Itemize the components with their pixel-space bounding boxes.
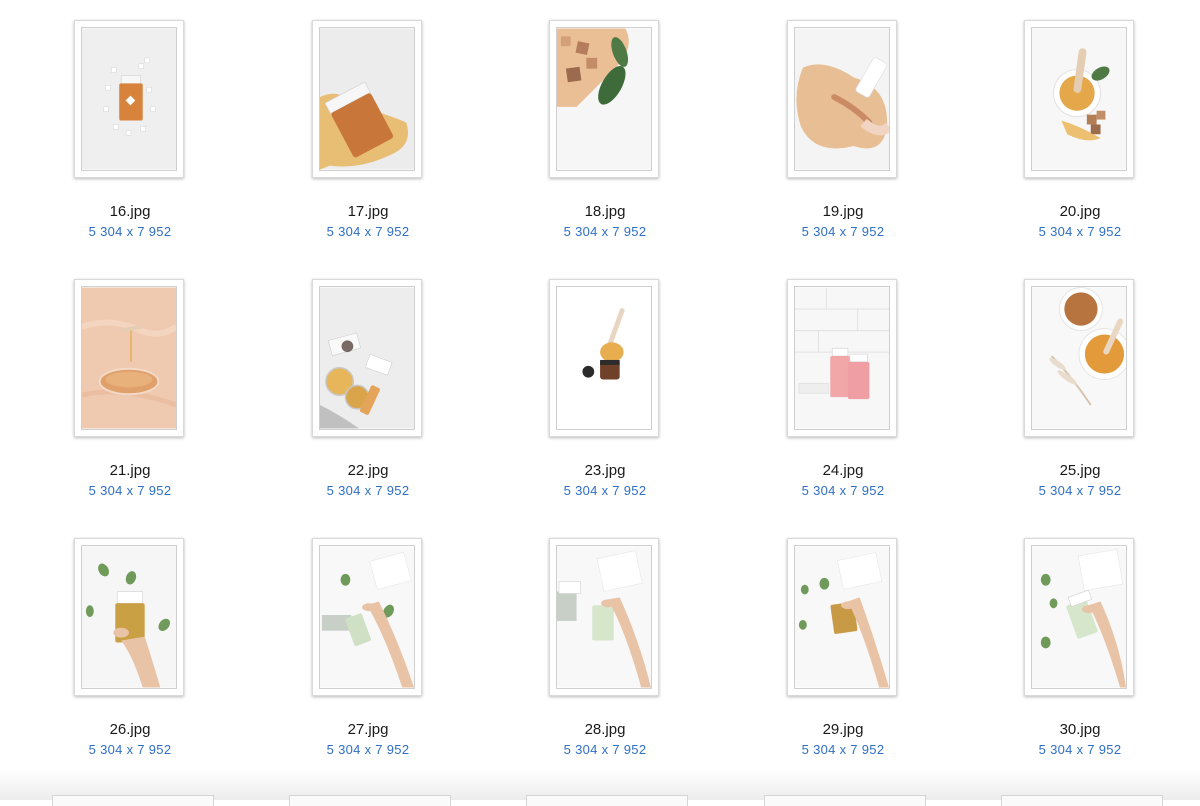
file-thumbnail[interactable] <box>787 538 897 696</box>
file-dimensions: 5 304 x 7 952 <box>326 224 410 239</box>
file-dimensions: 5 304 x 7 952 <box>1038 224 1122 239</box>
file-name: 17.jpg <box>347 203 389 220</box>
file-item-16[interactable]: 16.jpg 5 304 x 7 952 <box>40 0 220 250</box>
file-item-25[interactable]: 25.jpg 5 304 x 7 952 <box>990 259 1170 509</box>
file-thumbnail[interactable] <box>74 279 184 437</box>
pink-wax-cartridges-icon <box>794 286 890 430</box>
wax-cartridge-honey-spill-icon <box>319 27 415 171</box>
file-item-21[interactable]: 21.jpg 5 304 x 7 952 <box>40 259 220 509</box>
file-thumbnail[interactable] <box>1024 20 1134 178</box>
file-name: 29.jpg <box>822 721 864 738</box>
file-name: 27.jpg <box>347 721 389 738</box>
file-thumbnail[interactable] <box>1024 279 1134 437</box>
next-row-thumbnail <box>52 795 214 806</box>
file-dimensions: 5 304 x 7 952 <box>326 483 410 498</box>
file-name: 28.jpg <box>584 721 626 738</box>
wax-petri-dish-icon <box>81 286 177 430</box>
next-row-thumbnail <box>1001 795 1163 806</box>
file-dimensions: 5 304 x 7 952 <box>563 224 647 239</box>
file-item-27[interactable]: 27.jpg 5 304 x 7 952 <box>278 518 458 768</box>
file-thumbnail[interactable] <box>549 538 659 696</box>
file-name: 18.jpg <box>584 203 626 220</box>
file-dimensions: 5 304 x 7 952 <box>88 483 172 498</box>
file-item-17[interactable]: 17.jpg 5 304 x 7 952 <box>278 0 458 250</box>
hand-green-cartridge-icon <box>556 545 652 689</box>
file-dimensions: 5 304 x 7 952 <box>563 483 647 498</box>
hand-green-cartridge-icon <box>319 545 415 689</box>
amber-jar-spatula-icon <box>556 286 652 430</box>
file-dimensions: 5 304 x 7 952 <box>326 742 410 757</box>
hand-gold-cartridge-icon <box>794 545 890 689</box>
file-dimensions: 5 304 x 7 952 <box>88 742 172 757</box>
hand-gold-cartridge-icon <box>81 545 177 689</box>
next-row-thumbnail <box>289 795 451 806</box>
file-item-19[interactable]: 19.jpg 5 304 x 7 952 <box>753 0 933 250</box>
file-name: 16.jpg <box>109 203 151 220</box>
file-thumbnail[interactable] <box>787 20 897 178</box>
file-name: 30.jpg <box>1059 721 1101 738</box>
file-name: 25.jpg <box>1059 462 1101 479</box>
next-row-thumbnail <box>764 795 926 806</box>
file-item-18[interactable]: 18.jpg 5 304 x 7 952 <box>515 0 695 250</box>
file-thumbnail[interactable] <box>787 279 897 437</box>
file-name: 19.jpg <box>822 203 864 220</box>
file-dimensions: 5 304 x 7 952 <box>563 742 647 757</box>
file-thumbnail[interactable] <box>549 279 659 437</box>
file-thumbnail[interactable] <box>312 538 422 696</box>
file-grid: 16.jpg 5 304 x 7 952 17.jpg 5 304 x 7 95… <box>0 0 1200 800</box>
file-dimensions: 5 304 x 7 952 <box>88 224 172 239</box>
file-item-20[interactable]: 20.jpg 5 304 x 7 952 <box>990 0 1170 250</box>
next-row-thumbnail <box>526 795 688 806</box>
file-thumbnail[interactable] <box>312 279 422 437</box>
file-item-23[interactable]: 23.jpg 5 304 x 7 952 <box>515 259 695 509</box>
wax-puddle-hand-icon <box>794 27 890 171</box>
file-name: 24.jpg <box>822 462 864 479</box>
file-name: 23.jpg <box>584 462 626 479</box>
file-item-22[interactable]: 22.jpg 5 304 x 7 952 <box>278 259 458 509</box>
file-thumbnail[interactable] <box>1024 538 1134 696</box>
file-dimensions: 5 304 x 7 952 <box>801 483 885 498</box>
file-thumbnail[interactable] <box>74 538 184 696</box>
sugar-cubes-leaves-icon <box>556 27 652 171</box>
file-dimensions: 5 304 x 7 952 <box>1038 483 1122 498</box>
wax-bowls-pampas-icon <box>1031 286 1127 430</box>
file-item-29[interactable]: 29.jpg 5 304 x 7 952 <box>753 518 933 768</box>
file-dimensions: 5 304 x 7 952 <box>1038 742 1122 757</box>
honey-jar-spatula-icon <box>1031 27 1127 171</box>
file-thumbnail[interactable] <box>312 20 422 178</box>
file-item-24[interactable]: 24.jpg 5 304 x 7 952 <box>753 259 933 509</box>
file-name: 21.jpg <box>109 462 151 479</box>
file-item-28[interactable]: 28.jpg 5 304 x 7 952 <box>515 518 695 768</box>
file-name: 26.jpg <box>109 721 151 738</box>
file-item-26[interactable]: 26.jpg 5 304 x 7 952 <box>40 518 220 768</box>
hand-green-cartridge-icon <box>1031 545 1127 689</box>
file-dimensions: 5 304 x 7 952 <box>801 742 885 757</box>
file-thumbnail[interactable] <box>74 20 184 178</box>
glass-jars-flatlay-icon <box>319 286 415 430</box>
file-item-30[interactable]: 30.jpg 5 304 x 7 952 <box>990 518 1170 768</box>
file-name: 22.jpg <box>347 462 389 479</box>
file-thumbnail[interactable] <box>549 20 659 178</box>
wax-cartridge-sugar-cubes-icon <box>81 27 177 171</box>
file-name: 20.jpg <box>1059 203 1101 220</box>
file-dimensions: 5 304 x 7 952 <box>801 224 885 239</box>
